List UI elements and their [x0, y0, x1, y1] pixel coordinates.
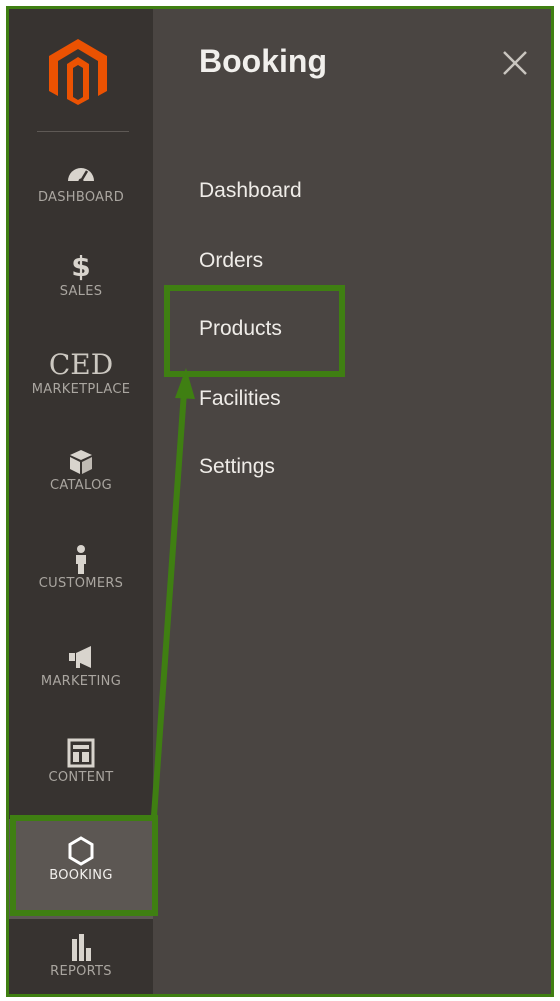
magento-logo[interactable] — [45, 37, 111, 107]
sidebar-item-label: CONTENT — [48, 770, 114, 785]
speedometer-icon — [68, 168, 94, 184]
logo-divider — [37, 131, 129, 132]
dollar-icon: $ — [71, 250, 91, 283]
sidebar-item-label: CATALOG — [50, 478, 112, 493]
sidebar-item-marketplace[interactable]: CED MARKETPLACE — [9, 343, 153, 417]
megaphone-icon — [69, 646, 91, 668]
sidebar-item-reports[interactable]: REPORTS — [9, 923, 153, 994]
person-icon — [76, 545, 86, 574]
hexagon-icon — [68, 836, 94, 866]
admin-sidebar: DASHBOARD $ SALES CED MARKETPLACE CATALO… — [9, 9, 153, 994]
sidebar-item-booking[interactable]: BOOKING — [9, 819, 153, 919]
booking-submenu-panel: Booking Dashboard Orders Products Facili… — [153, 9, 551, 994]
sidebar-item-label: DASHBOARD — [37, 190, 125, 205]
submenu-item-settings[interactable]: Settings — [199, 455, 275, 479]
sidebar-item-label: MARKETPLACE — [31, 382, 131, 397]
sidebar-item-sales[interactable]: $ SALES — [9, 245, 153, 319]
sidebar-item-label: SALES — [59, 284, 103, 299]
sidebar-item-label: REPORTS — [50, 964, 112, 979]
sidebar-item-label: CUSTOMERS — [38, 576, 124, 591]
sidebar-item-marketing[interactable]: MARKETING — [9, 635, 153, 709]
sidebar-item-label: MARKETING — [40, 674, 122, 689]
sidebar-item-content[interactable]: CONTENT — [9, 731, 153, 805]
cube-icon — [70, 450, 92, 474]
submenu-item-orders[interactable]: Orders — [199, 249, 263, 273]
bar-chart-icon — [72, 934, 91, 961]
submenu-item-products[interactable]: Products — [199, 317, 282, 341]
layout-icon — [67, 738, 95, 768]
sidebar-item-label: BOOKING — [49, 868, 113, 883]
submenu-item-facilities[interactable]: Facilities — [199, 387, 281, 411]
admin-menu-frame: DASHBOARD $ SALES CED MARKETPLACE CATALO… — [6, 6, 554, 997]
sidebar-item-catalog[interactable]: CATALOG — [9, 439, 153, 513]
panel-title: Booking — [199, 43, 327, 79]
sidebar-item-dashboard[interactable]: DASHBOARD — [9, 149, 153, 223]
ced-logo-text: CED — [48, 348, 114, 381]
sidebar-item-customers[interactable]: CUSTOMERS — [9, 537, 153, 611]
submenu-item-dashboard[interactable]: Dashboard — [199, 179, 302, 203]
close-icon[interactable] — [501, 49, 529, 77]
